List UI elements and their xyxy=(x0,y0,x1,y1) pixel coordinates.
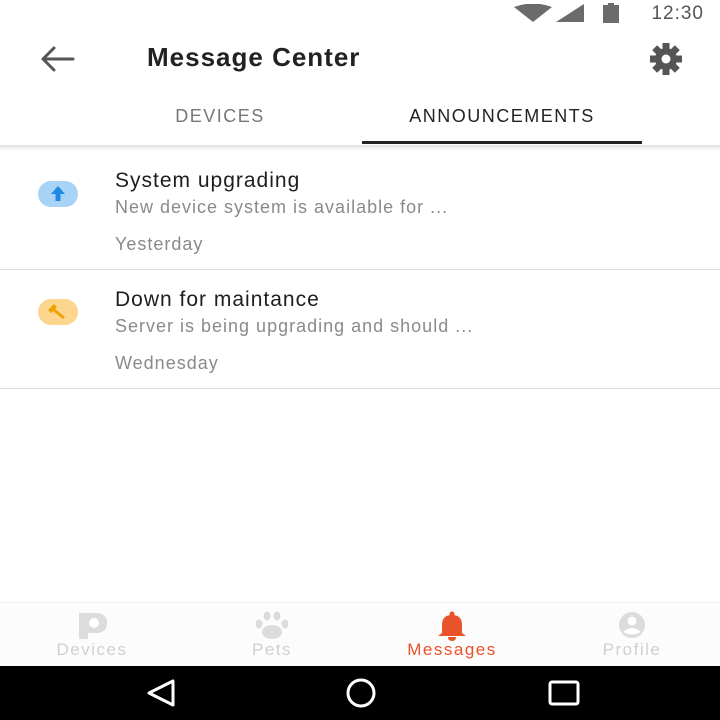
wrench-icon xyxy=(38,299,78,325)
nav-item-profile[interactable]: Profile xyxy=(542,603,720,667)
paw-icon xyxy=(254,611,290,641)
wifi-icon xyxy=(514,3,552,27)
devices-p-icon xyxy=(74,611,110,641)
cell-signal-icon xyxy=(556,4,584,27)
system-home-button[interactable] xyxy=(343,678,379,708)
active-tab-indicator xyxy=(362,141,642,144)
bottom-navigation: Devices Pets Messages Profile xyxy=(0,602,720,667)
nav-item-pets[interactable]: Pets xyxy=(182,603,362,667)
recents-square-icon xyxy=(546,680,582,712)
nav-label: Messages xyxy=(407,640,497,659)
back-button[interactable] xyxy=(38,44,78,74)
nav-item-messages[interactable]: Messages xyxy=(362,603,542,667)
gear-icon xyxy=(644,43,688,80)
announcement-description: New device system is available for ... xyxy=(115,197,449,217)
battery-icon xyxy=(603,3,619,28)
home-circle-icon xyxy=(343,678,379,712)
back-arrow-icon xyxy=(38,46,78,78)
bell-icon xyxy=(434,611,470,641)
announcement-item[interactable]: System upgrading New device system is av… xyxy=(0,151,720,270)
tab-announcements[interactable]: ANNOUNCEMENTS xyxy=(362,106,642,127)
announcement-item[interactable]: Down for maintance Server is being upgra… xyxy=(0,270,720,389)
announcement-title: Down for maintance xyxy=(115,288,320,311)
system-recents-button[interactable] xyxy=(546,678,582,708)
announcement-description: Server is being upgrading and should ... xyxy=(115,316,474,336)
nav-label: Profile xyxy=(602,640,662,659)
nav-item-devices[interactable]: Devices xyxy=(2,603,182,667)
announcement-time: Wednesday xyxy=(115,353,219,373)
page-title: Message Center xyxy=(147,42,361,72)
announcement-title: System upgrading xyxy=(115,169,301,192)
status-time: 12:30 xyxy=(651,3,704,24)
upload-arrow-icon xyxy=(38,181,78,207)
system-back-button[interactable] xyxy=(143,678,179,708)
announcement-time: Yesterday xyxy=(115,234,204,254)
settings-button[interactable] xyxy=(644,42,688,76)
tab-devices[interactable]: DEVICES xyxy=(120,106,320,127)
system-navigation-bar xyxy=(0,666,720,720)
announcement-list: System upgrading New device system is av… xyxy=(0,151,720,389)
tab-bar: DEVICES ANNOUNCEMENTS xyxy=(0,96,720,146)
status-bar: 12:30 xyxy=(0,0,720,28)
back-triangle-icon xyxy=(143,679,179,712)
app-bar: Message Center xyxy=(0,28,720,88)
nav-label: Devices xyxy=(56,640,128,659)
nav-label: Pets xyxy=(251,640,293,659)
profile-icon xyxy=(614,611,650,641)
